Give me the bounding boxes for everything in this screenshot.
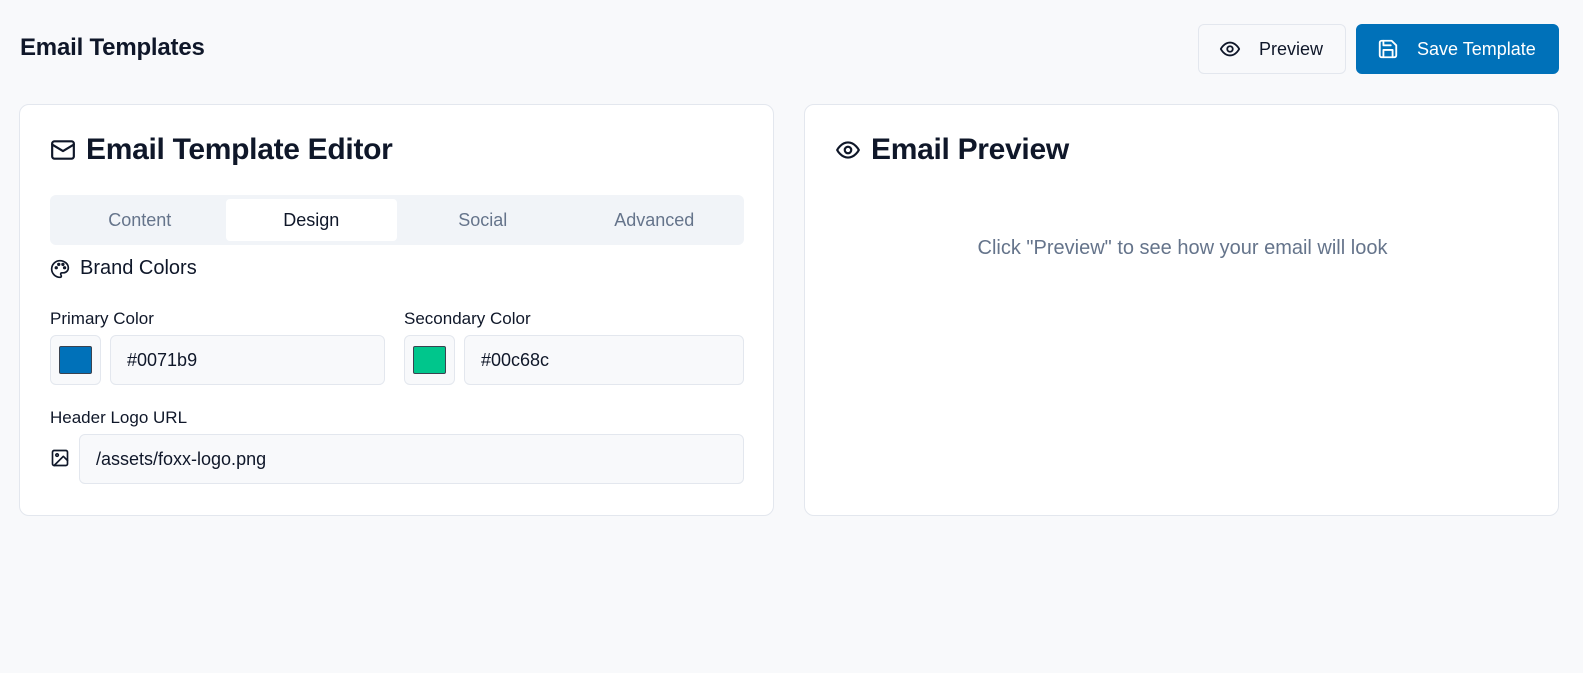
preview-placeholder-text: Click "Preview" to see how your email wi… <box>977 237 1388 259</box>
primary-color-label: Primary Color <box>50 309 154 328</box>
preview-button-label: Preview <box>1259 38 1324 59</box>
tab-design[interactable]: Design <box>225 199 397 241</box>
mail-icon <box>51 140 75 160</box>
template-editor-card: Email Template Editor Content Design Soc… <box>19 104 774 516</box>
eye-icon <box>836 141 860 159</box>
preview-button[interactable]: Preview <box>1198 24 1346 74</box>
header-logo-url-input[interactable] <box>79 434 744 484</box>
page-title: Email Templates <box>20 34 205 61</box>
editor-tabs: Content Design Social Advanced <box>50 195 744 245</box>
editor-heading: Email Template Editor <box>50 133 393 167</box>
brand-colors-heading: Brand Colors <box>50 257 197 280</box>
save-template-button[interactable]: Save Template <box>1356 24 1559 74</box>
primary-color-input[interactable] <box>110 335 385 385</box>
eye-icon <box>1219 41 1241 57</box>
preview-title: Email Preview <box>871 133 1069 166</box>
tab-content[interactable]: Content <box>54 199 226 241</box>
email-preview-card: Email Preview Click "Preview" to see how… <box>804 104 1559 516</box>
top-bar: Email Templates Preview Save Template <box>0 0 1583 100</box>
brand-colors-title: Brand Colors <box>80 257 197 279</box>
tab-social[interactable]: Social <box>397 199 569 241</box>
header-logo-url-label: Header Logo URL <box>50 408 188 427</box>
tab-advanced[interactable]: Advanced <box>569 199 741 241</box>
save-icon <box>1378 39 1398 59</box>
secondary-color-picker[interactable] <box>404 335 455 385</box>
primary-color-swatch <box>59 346 92 374</box>
secondary-color-input[interactable] <box>464 335 744 385</box>
palette-icon <box>50 259 70 278</box>
editor-title: Email Template Editor <box>86 133 393 166</box>
image-icon <box>51 449 69 467</box>
primary-color-picker[interactable] <box>50 335 101 385</box>
secondary-color-swatch <box>413 346 446 374</box>
save-template-button-label: Save Template <box>1417 38 1536 59</box>
secondary-color-label: Secondary Color <box>404 309 531 328</box>
preview-heading: Email Preview <box>835 133 1069 167</box>
